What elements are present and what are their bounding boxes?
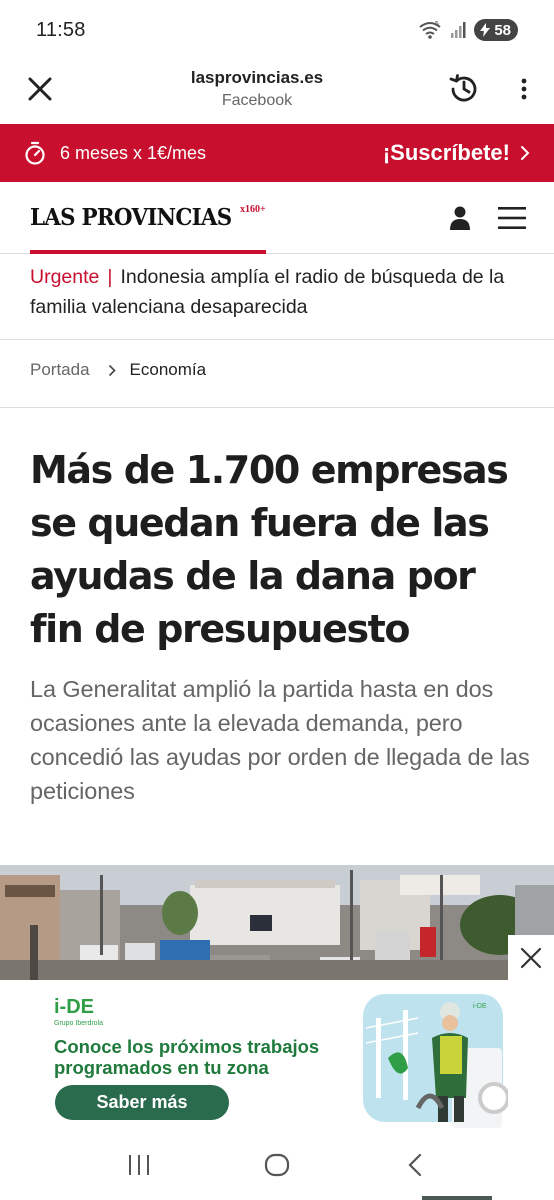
site-header: LAS PROVINCIAS x160+ bbox=[0, 182, 554, 254]
gesture-handle bbox=[422, 1196, 492, 1200]
ad-cta-button[interactable]: Saber más bbox=[55, 1085, 229, 1120]
urgent-headline-link[interactable]: Indonesia amplía el radio de búsqueda de… bbox=[30, 266, 504, 318]
battery-level: 58 bbox=[494, 21, 511, 39]
svg-text:i-DE: i-DE bbox=[473, 1003, 487, 1010]
stopwatch-icon bbox=[24, 141, 46, 165]
ad-close-icon[interactable] bbox=[508, 935, 554, 981]
recent-apps-icon[interactable] bbox=[109, 1135, 169, 1195]
browser-url-area[interactable]: lasprovincias.es Facebook bbox=[80, 68, 434, 111]
logo-underline bbox=[30, 249, 266, 254]
ad-text: Conoce los próximos trabajos programados… bbox=[54, 1036, 320, 1078]
user-icon[interactable] bbox=[438, 205, 482, 231]
system-nav-bar bbox=[0, 1130, 554, 1200]
battery-icon: 58 bbox=[474, 19, 518, 41]
hamburger-menu-icon[interactable] bbox=[482, 206, 542, 230]
close-icon[interactable] bbox=[0, 60, 80, 118]
breadcrumb-section-link[interactable]: Economía bbox=[130, 360, 207, 380]
site-logo[interactable]: LAS PROVINCIAS x160+ bbox=[30, 182, 266, 254]
status-bar: 11:58 5 58 bbox=[0, 0, 554, 60]
logo-text: LAS PROVINCIAS bbox=[30, 204, 232, 231]
divider bbox=[0, 339, 554, 340]
urgent-separator: | bbox=[107, 266, 113, 288]
ad-illustration: i-DE bbox=[358, 988, 510, 1128]
ad-brand-logo: i-DE Grupo Iberdrola bbox=[54, 996, 103, 1027]
article-photo[interactable] bbox=[0, 865, 554, 985]
browser-domain: lasprovincias.es bbox=[190, 67, 324, 87]
browser-toolbar: lasprovincias.es Facebook bbox=[0, 60, 554, 118]
breadcrumb-home-link[interactable]: Portada bbox=[30, 360, 90, 380]
breadcrumb: Portada Economía bbox=[30, 360, 206, 380]
subscription-banner[interactable]: 6 meses x 1€/mes ¡Suscríbete! bbox=[0, 124, 554, 182]
browser-source: Facebook bbox=[221, 92, 293, 110]
chevron-right-icon bbox=[108, 364, 116, 377]
subscribe-label: ¡Suscríbete! bbox=[382, 140, 510, 165]
subscribe-button[interactable]: ¡Suscríbete! bbox=[383, 140, 530, 166]
ad-brand-sub: Grupo Iberdrola bbox=[54, 1020, 104, 1027]
status-time: 11:58 bbox=[36, 18, 86, 41]
history-icon[interactable] bbox=[434, 60, 494, 118]
urgent-label: Urgente bbox=[30, 266, 100, 288]
status-icons: 5 58 bbox=[418, 19, 518, 41]
divider bbox=[0, 407, 554, 408]
home-icon[interactable] bbox=[247, 1135, 307, 1195]
promo-offer: 6 meses x 1€/mes bbox=[60, 142, 207, 163]
advertisement[interactable]: i-DE Grupo Iberdrola Conoce los próximos… bbox=[0, 980, 554, 1130]
logo-badge: x160+ bbox=[240, 203, 266, 215]
svg-text:5: 5 bbox=[435, 21, 439, 28]
article-headline: Más de 1.700 empresas se quedan fuera de… bbox=[30, 448, 509, 651]
more-vert-icon[interactable] bbox=[494, 60, 554, 118]
signal-icon bbox=[450, 21, 466, 39]
ad-brand: i-DE bbox=[54, 996, 94, 1018]
urgent-news[interactable]: Urgente | Indonesia amplía el radio de bús… bbox=[30, 262, 530, 322]
chevron-right-icon bbox=[521, 146, 530, 160]
back-icon[interactable] bbox=[385, 1135, 445, 1195]
wifi-icon: 5 bbox=[418, 20, 442, 40]
article-subtitle: La Generalitat amplió la partida hasta e… bbox=[30, 676, 530, 804]
